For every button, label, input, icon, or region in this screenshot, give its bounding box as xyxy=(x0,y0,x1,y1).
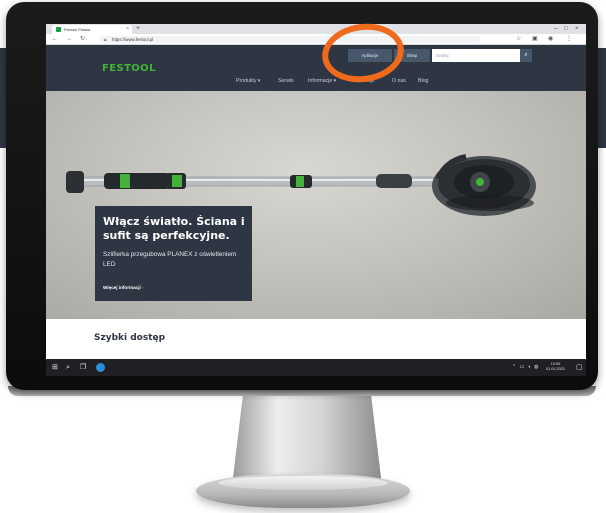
notifications-icon[interactable]: ▢ xyxy=(576,359,583,376)
nav-blog[interactable]: Blog xyxy=(418,78,428,84)
close-tab-icon[interactable]: × xyxy=(126,25,129,34)
monitor-screen: Festool Polska × + – □ × ← → ↻ 🔒︎ https:… xyxy=(46,24,586,376)
windows-taskbar: ⊞ ⌕ ❐ ⌃ ▭ ◖ ◍ 10:00 01.01.2021 ▢ xyxy=(46,359,586,376)
taskbar-clock[interactable]: 10:00 01.01.2021 xyxy=(546,362,565,372)
minimize-icon[interactable]: – xyxy=(554,24,557,34)
extensions-icon[interactable]: ▣ xyxy=(532,34,538,45)
monitor-stand xyxy=(232,386,382,486)
task-view-icon[interactable]: ❐ xyxy=(80,359,86,376)
taskbar-date: 01.01.2021 xyxy=(546,367,566,371)
search-icon[interactable]: ⌕ xyxy=(66,359,70,376)
favicon-icon xyxy=(56,27,61,32)
windows-icon[interactable]: ⊞ xyxy=(52,359,58,376)
menu-icon[interactable]: ⋮ xyxy=(566,34,572,45)
search-icon[interactable]: ⌕ xyxy=(520,49,532,62)
nav-service[interactable]: Serwis xyxy=(278,78,294,84)
more-info-link[interactable]: Więcej informacji › xyxy=(103,285,144,290)
browser-tab[interactable]: Festool Polska × xyxy=(52,25,132,34)
url-input[interactable]: 🔒︎ https://www.festool.pl xyxy=(100,36,480,43)
close-window-icon[interactable]: × xyxy=(575,24,579,34)
reload-icon[interactable]: ↻ xyxy=(80,34,85,45)
hero-subtitle: Szlifierka przegubowa PLANEX z oświetlen… xyxy=(103,251,237,268)
lock-icon: 🔒︎ xyxy=(104,37,107,42)
search-input[interactable]: Szukaj xyxy=(432,49,520,62)
browser-tab-bar: Festool Polska × + – □ × xyxy=(46,24,586,34)
nav-information[interactable]: Informacje ▾ xyxy=(308,78,336,84)
star-icon[interactable]: ☆ xyxy=(516,34,521,45)
monitor-stand-base-top xyxy=(218,476,388,490)
hero-banner: Włącz światło. Ściana i sufit są perfekc… xyxy=(46,91,586,319)
monitor-bezel: Festool Polska × + – □ × ← → ↻ 🔒︎ https:… xyxy=(6,2,598,390)
arrow-left-icon[interactable]: ← xyxy=(52,34,58,45)
quick-access-section: Szybki dostęp xyxy=(46,319,586,359)
edge-icon[interactable] xyxy=(96,363,105,372)
browser-address-bar: ← → ↻ 🔒︎ https://www.festool.pl ☆ ▣ ◉ ⋮ xyxy=(46,34,586,45)
nav-products[interactable]: Produkty ▾ xyxy=(236,78,261,84)
system-tray[interactable]: ⌃ ▭ ◖ ◍ xyxy=(512,359,539,376)
product-photo: Festool Polska × + – □ × ← → ↻ 🔒︎ https:… xyxy=(0,0,606,513)
profile-icon[interactable]: ◉ xyxy=(548,34,553,45)
hero-title: Włącz światło. Ściana i sufit są perfekc… xyxy=(103,215,245,242)
browser-tab-title: Festool Polska xyxy=(64,27,91,32)
hero-card: Włącz światło. Ściana i sufit są perfekc… xyxy=(95,206,252,301)
chevron-right-icon: › xyxy=(142,285,144,290)
arrow-right-icon[interactable]: → xyxy=(66,34,72,45)
site-header: FESTOOL Aplikacje Sklep Szukaj ⌕ Produkt… xyxy=(46,45,586,91)
maximize-icon[interactable]: □ xyxy=(564,24,568,34)
new-tab-button[interactable]: + xyxy=(136,24,140,34)
quick-access-title: Szybki dostęp xyxy=(94,333,166,343)
url-text: https://www.festool.pl xyxy=(112,37,154,42)
more-info-link-label: Więcej informacji xyxy=(103,285,141,290)
nav-about[interactable]: O nas xyxy=(392,78,406,84)
festool-logo[interactable]: FESTOOL xyxy=(102,63,156,74)
